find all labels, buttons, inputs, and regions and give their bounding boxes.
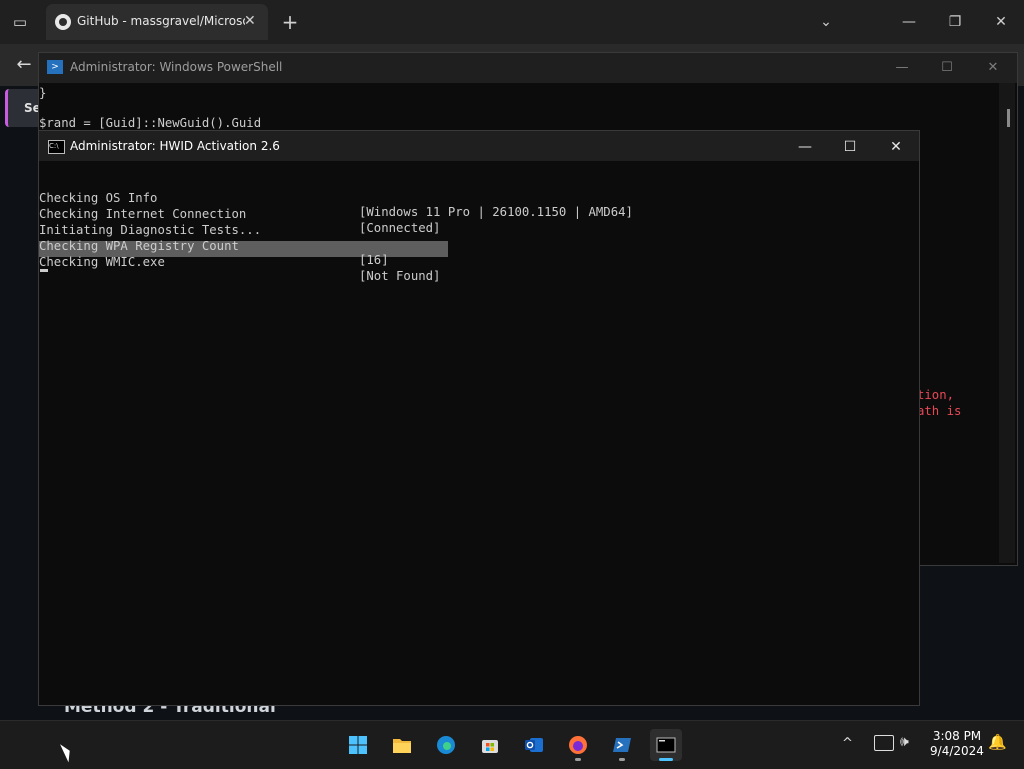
- taskbar-terminal[interactable]: [650, 729, 682, 761]
- volume-muted-icon[interactable]: 🕪: [900, 734, 909, 750]
- console-row-value: [16]: [359, 253, 389, 267]
- hwid-titlebar[interactable]: C:\ Administrator: HWID Activation 2.6 —…: [39, 131, 919, 161]
- console-row-label: Checking Internet Connection: [39, 207, 247, 221]
- console-row-label: Initiating Diagnostic Tests...: [39, 223, 262, 237]
- powershell-title: Administrator: Windows PowerShell: [70, 60, 283, 74]
- running-indicator: [575, 758, 581, 761]
- active-indicator: [659, 758, 673, 761]
- ps-scrollbar[interactable]: [999, 83, 1015, 563]
- console-row: Checking WPA Registry Count [16]: [39, 225, 389, 267]
- taskbar-powershell[interactable]: [606, 729, 638, 761]
- back-button[interactable]: ←: [12, 53, 36, 77]
- tab-search-button[interactable]: ⌄: [814, 10, 838, 34]
- ps-error-line: tion,: [917, 388, 955, 402]
- browser-restore-button[interactable]: ❐: [940, 10, 970, 34]
- powershell-icon: >: [47, 60, 63, 74]
- powershell-icon: [613, 738, 631, 752]
- ps-scroll-thumb[interactable]: [1007, 109, 1010, 127]
- hwid-minimize-button[interactable]: —: [790, 136, 820, 158]
- powershell-titlebar[interactable]: > Administrator: Windows PowerShell — ☐ …: [39, 53, 1017, 83]
- notification-bell-icon[interactable]: 🔔: [988, 733, 1007, 751]
- console-row-value: [Not Found]: [359, 269, 441, 283]
- text-cursor: [40, 269, 48, 272]
- tab-actions-icon[interactable]: ▭: [8, 11, 32, 33]
- ps-error-line: ath is: [917, 404, 962, 418]
- start-button[interactable]: [342, 729, 374, 761]
- console-row-selected: Checking WMIC.exe [Not Found]: [39, 241, 440, 283]
- github-icon: [55, 14, 71, 30]
- outlook-icon: [525, 738, 543, 752]
- clock[interactable]: 3:08 PM 9/4/2024: [928, 729, 986, 759]
- browser-tab[interactable]: GitHub - massgravel/Microsoft ✕: [46, 4, 268, 40]
- console-row: Checking Internet Connection [Connected]: [39, 193, 440, 235]
- clock-date: 9/4/2024: [930, 744, 984, 758]
- console-row-value: [Windows 11 Pro | 26100.1150 | AMD64]: [359, 205, 633, 219]
- hwid-close-button[interactable]: ✕: [881, 136, 911, 158]
- cmd-icon: C:\: [48, 140, 65, 154]
- terminal-icon: [656, 737, 676, 753]
- ps-output-line: }: [39, 86, 47, 100]
- tab-title: GitHub - massgravel/Microsoft: [77, 14, 245, 28]
- browser-close-button[interactable]: ✕: [986, 10, 1016, 34]
- taskbar-file-explorer[interactable]: [386, 729, 418, 761]
- taskbar-firefox[interactable]: [562, 729, 594, 761]
- clock-time: 3:08 PM: [932, 729, 982, 743]
- console-row-label: Checking WPA Registry Count: [39, 239, 239, 253]
- firefox-icon: [569, 736, 587, 754]
- store-icon: [482, 740, 498, 753]
- new-tab-button[interactable]: +: [278, 10, 302, 34]
- console-row: Initiating Diagnostic Tests...: [39, 209, 261, 237]
- taskbar-outlook[interactable]: [518, 729, 550, 761]
- folder-icon: [393, 739, 411, 753]
- console-row: Checking OS Info [Windows 11 Pro | 26100…: [39, 177, 633, 219]
- tab-close-button[interactable]: ✕: [244, 13, 256, 29]
- tray-overflow-chevron-icon[interactable]: ^: [842, 736, 853, 751]
- console-row-label: Checking WMIC.exe: [39, 255, 165, 269]
- windows-logo-icon: [349, 736, 367, 754]
- edge-icon: [437, 736, 455, 754]
- taskbar-edge[interactable]: [430, 729, 462, 761]
- taskbar: ^ 🕪 3:08 PM 9/4/2024 🔔: [0, 720, 1024, 769]
- running-indicator: [619, 758, 625, 761]
- hwid-title: Administrator: HWID Activation 2.6: [70, 139, 280, 153]
- browser-minimize-button[interactable]: —: [894, 10, 924, 34]
- ps-minimize-button[interactable]: —: [887, 57, 917, 79]
- hwid-maximize-button[interactable]: ☐: [835, 136, 865, 158]
- hwid-activation-window[interactable]: C:\ Administrator: HWID Activation 2.6 —…: [38, 130, 920, 706]
- ps-maximize-button[interactable]: ☐: [932, 57, 962, 79]
- console-row-value: [Connected]: [359, 221, 441, 235]
- ps-output-line: $rand = [Guid]::NewGuid().Guid: [39, 116, 262, 130]
- taskbar-store[interactable]: [474, 729, 506, 761]
- network-icon[interactable]: [874, 735, 894, 751]
- ps-close-button[interactable]: ✕: [978, 57, 1008, 79]
